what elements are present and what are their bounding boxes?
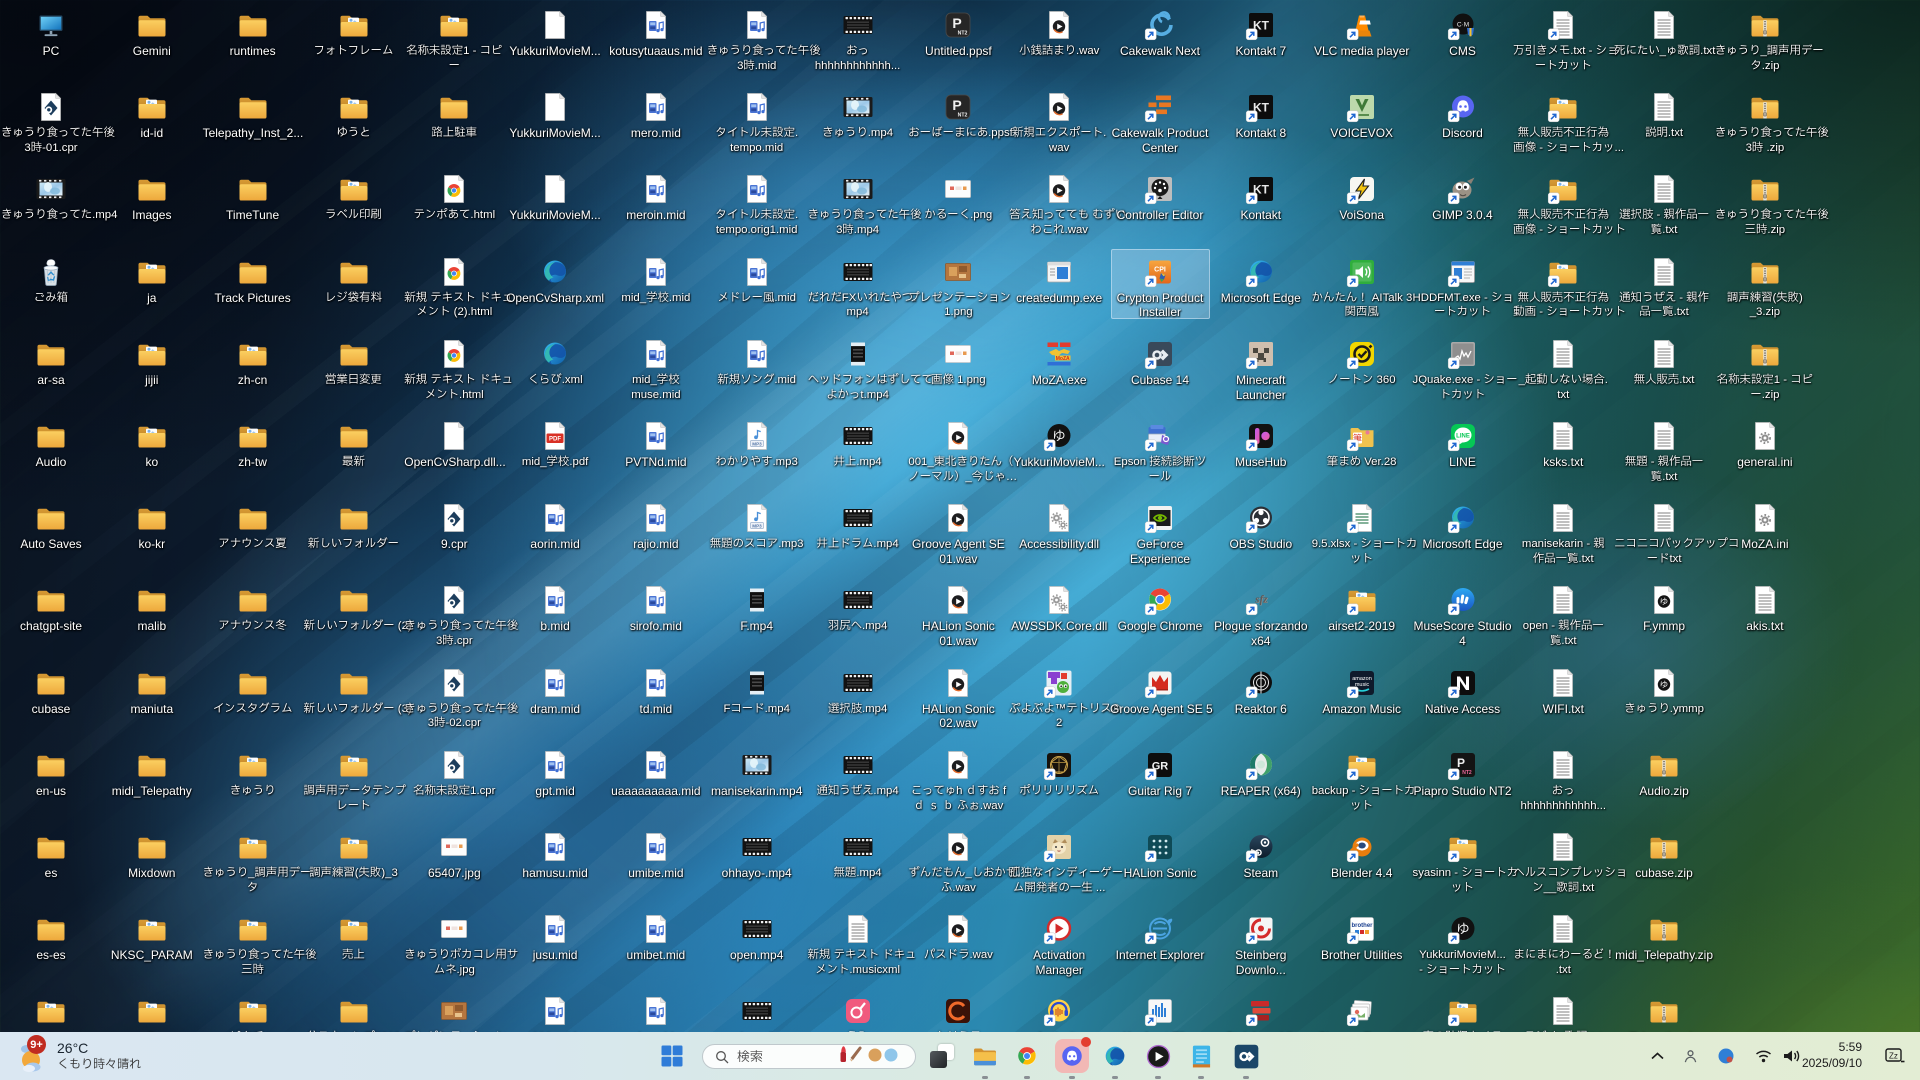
svg-text:Zz: Zz bbox=[1889, 1052, 1898, 1061]
